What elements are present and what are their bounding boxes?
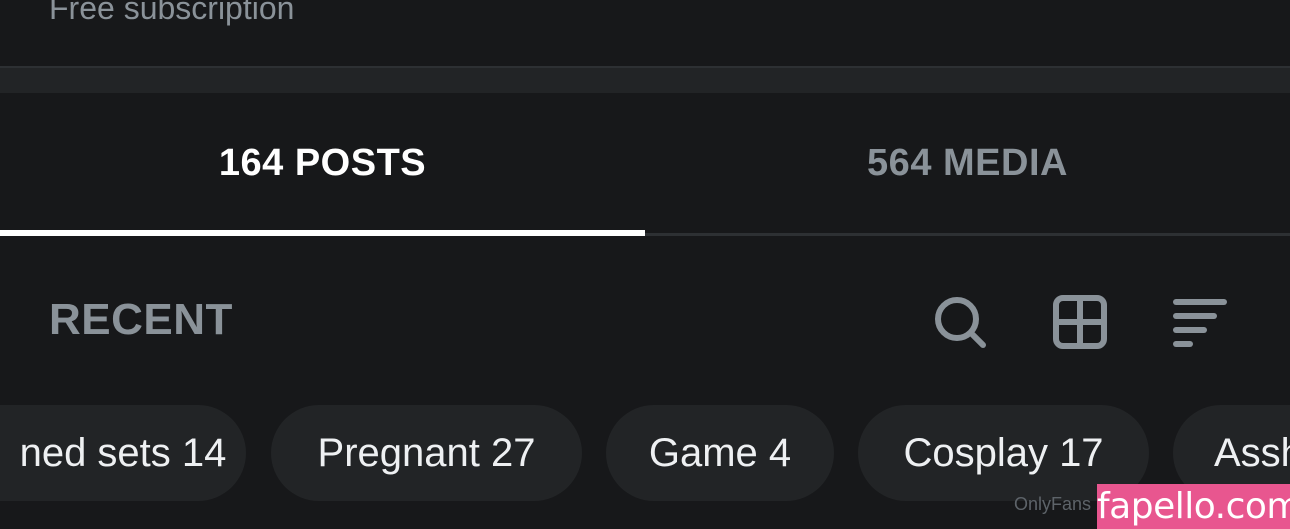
category-chip-label: Game 4 <box>648 430 792 475</box>
category-chip[interactable]: Game 4 <box>606 405 834 501</box>
onlyfans-watermark: OnlyFans <box>1014 494 1092 514</box>
tab-media-label: 564 MEDIA <box>867 141 1068 184</box>
tab-posts-label: 164 POSTS <box>218 141 427 184</box>
sort-icon[interactable] <box>1170 292 1230 352</box>
profile-header: Free subscription <box>0 0 1290 66</box>
search-icon[interactable] <box>930 292 990 352</box>
active-tab-indicator <box>0 230 645 236</box>
sort-order-label[interactable]: RECENT <box>49 296 233 344</box>
category-chip[interactable]: Pregnant 27 <box>271 405 582 501</box>
category-chip-label: ned sets 14 <box>19 430 227 475</box>
category-chip-label: Assh <box>1214 430 1290 475</box>
fapello-watermark: fapello.com <box>1097 484 1290 529</box>
category-chip-label: Pregnant 27 <box>317 430 536 475</box>
subscription-status: Free subscription <box>49 0 295 26</box>
category-chip-label: Cosplay 17 <box>903 430 1104 475</box>
section-divider <box>0 66 1290 93</box>
grid-view-icon[interactable] <box>1050 292 1110 352</box>
tab-media[interactable]: 564 MEDIA <box>645 93 1290 233</box>
tab-posts[interactable]: 164 POSTS <box>0 93 645 233</box>
category-chip[interactable]: ned sets 14 <box>0 405 246 501</box>
content-tabs: 164 POSTS 564 MEDIA <box>0 93 1290 237</box>
